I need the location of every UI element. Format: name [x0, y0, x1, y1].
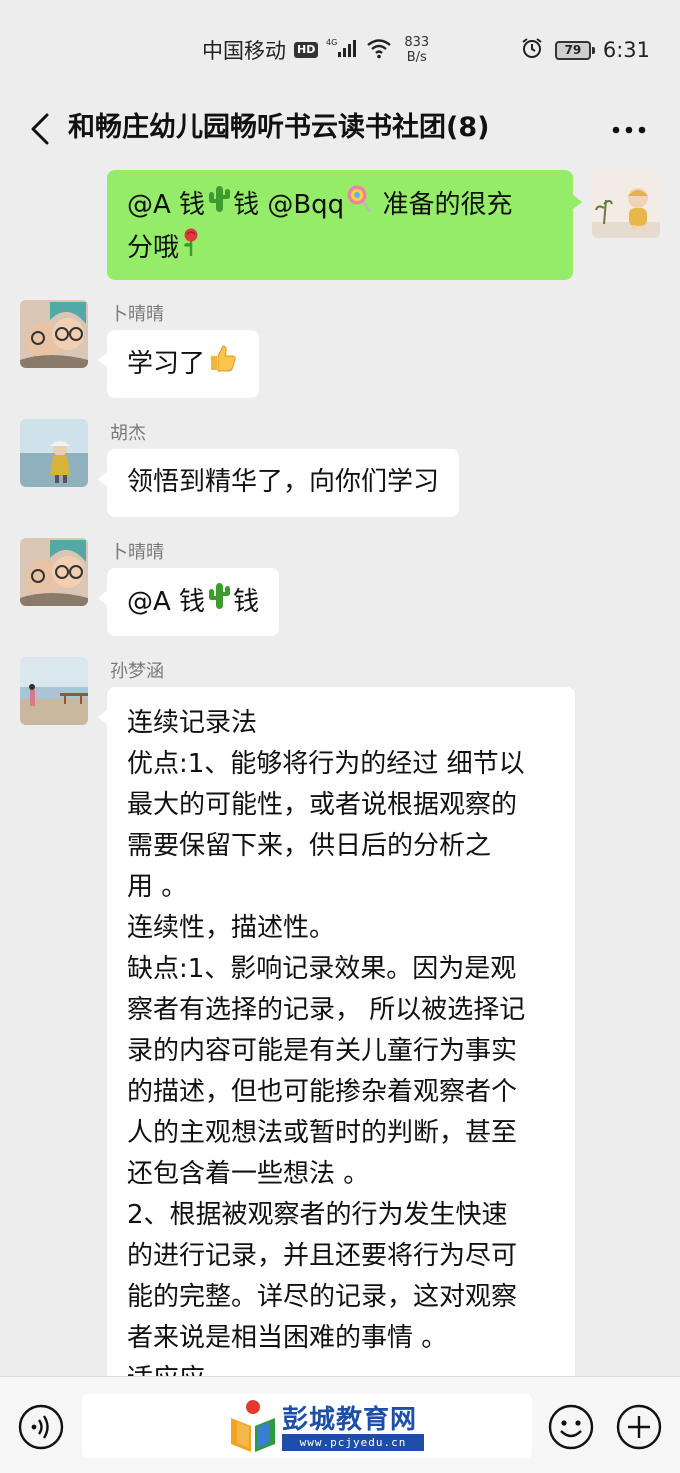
alarm-icon — [521, 37, 543, 64]
thumbs-up-icon — [207, 343, 237, 386]
message-input[interactable]: 彭城教育网 www.pcjyedu.cn — [82, 1394, 532, 1458]
signal-icon: 4G — [326, 37, 358, 64]
status-bar: 中国移动 HD 4G 833 B/s 79 6:31 — [0, 0, 680, 96]
message-line: 分哦 — [127, 227, 553, 270]
sender-name: 孙梦涵 — [110, 661, 164, 682]
message-list[interactable]: @A 钱钱 @Bqq 准备的很充 分哦 卜晴晴 学习了 胡杰 领悟到精华了，向你… — [0, 162, 680, 1376]
status-right: 79 6:31 — [521, 36, 650, 64]
voice-icon — [18, 1404, 64, 1450]
message-text: @A 钱 — [127, 587, 206, 617]
sender-name: 卜晴晴 — [110, 304, 164, 325]
message-bubble-incoming[interactable]: 领悟到精华了，向你们学习 — [97, 449, 460, 517]
message-line: @A 钱钱 @Bqq 准备的很充 — [127, 184, 553, 227]
speed-value: 833 — [404, 35, 430, 50]
hd-badge: HD — [294, 42, 319, 58]
svg-text:4G: 4G — [326, 38, 337, 47]
message-bubble-outgoing[interactable]: @A 钱钱 @Bqq 准备的很充 分哦 — [107, 170, 582, 280]
wifi-icon — [366, 37, 392, 64]
emoji-icon — [548, 1404, 594, 1450]
voice-button[interactable] — [18, 1404, 64, 1450]
message-text: 钱 @Bqq — [233, 190, 345, 220]
message-bubble-incoming[interactable]: 学习了 — [97, 330, 260, 398]
chevron-left-icon — [31, 113, 49, 145]
avatar-sender[interactable] — [20, 657, 88, 725]
message-text: 钱 — [233, 587, 260, 617]
message-bubble-incoming[interactable]: 连续记录法 优点:1、能够将行为的经过 细节以 最大的可能性，或者说根据观察的 … — [98, 687, 575, 1376]
avatar-sender[interactable] — [20, 538, 88, 606]
status-left: 中国移动 HD 4G 833 B/s — [202, 35, 429, 65]
message-text: 分哦 — [127, 233, 180, 263]
message-bubble-incoming[interactable]: @A 钱钱 — [97, 568, 280, 636]
speed-unit: B/s — [406, 50, 427, 65]
watermark-url: www.pcjyedu.cn — [282, 1434, 424, 1451]
emoji-button[interactable] — [548, 1404, 594, 1450]
chat-header: 和畅庄幼儿园畅听书云读书社团(8) — [0, 96, 680, 162]
lollipop-icon — [346, 184, 372, 227]
watermark-title: 彭城教育网 — [282, 1405, 418, 1435]
back-button[interactable] — [20, 106, 60, 152]
avatar-self[interactable] — [592, 170, 660, 238]
network-speed: 833 B/s — [404, 35, 429, 65]
battery-icon: 79 — [554, 40, 595, 60]
watermark-logo: 彭城教育网 www.pcjyedu.cn — [227, 1397, 427, 1455]
clock-time: 6:31 — [602, 38, 650, 62]
more-dots-icon — [612, 126, 646, 134]
input-bar: 彭城教育网 www.pcjyedu.cn — [0, 1376, 680, 1473]
carrier-name: 中国移动 — [202, 39, 286, 63]
chat-title: 和畅庄幼儿园畅听书云读书社团(8) — [68, 112, 490, 143]
avatar-sender[interactable] — [20, 419, 88, 487]
message-text: 准备的很充 — [374, 190, 513, 220]
sender-name: 卜晴晴 — [110, 542, 164, 563]
cactus-icon — [207, 184, 231, 227]
rose-icon — [181, 227, 201, 270]
more-button[interactable] — [604, 110, 654, 150]
plus-icon — [616, 1404, 662, 1450]
book-logo-icon — [231, 1400, 275, 1452]
cactus-icon — [207, 581, 231, 624]
more-functions-button[interactable] — [616, 1404, 662, 1450]
message-text: 学习了 — [127, 349, 206, 379]
message-text: @A 钱 — [127, 190, 206, 220]
sender-name: 胡杰 — [110, 423, 146, 444]
avatar-sender[interactable] — [20, 300, 88, 368]
message-text: 领悟到精华了，向你们学习 — [127, 467, 440, 497]
